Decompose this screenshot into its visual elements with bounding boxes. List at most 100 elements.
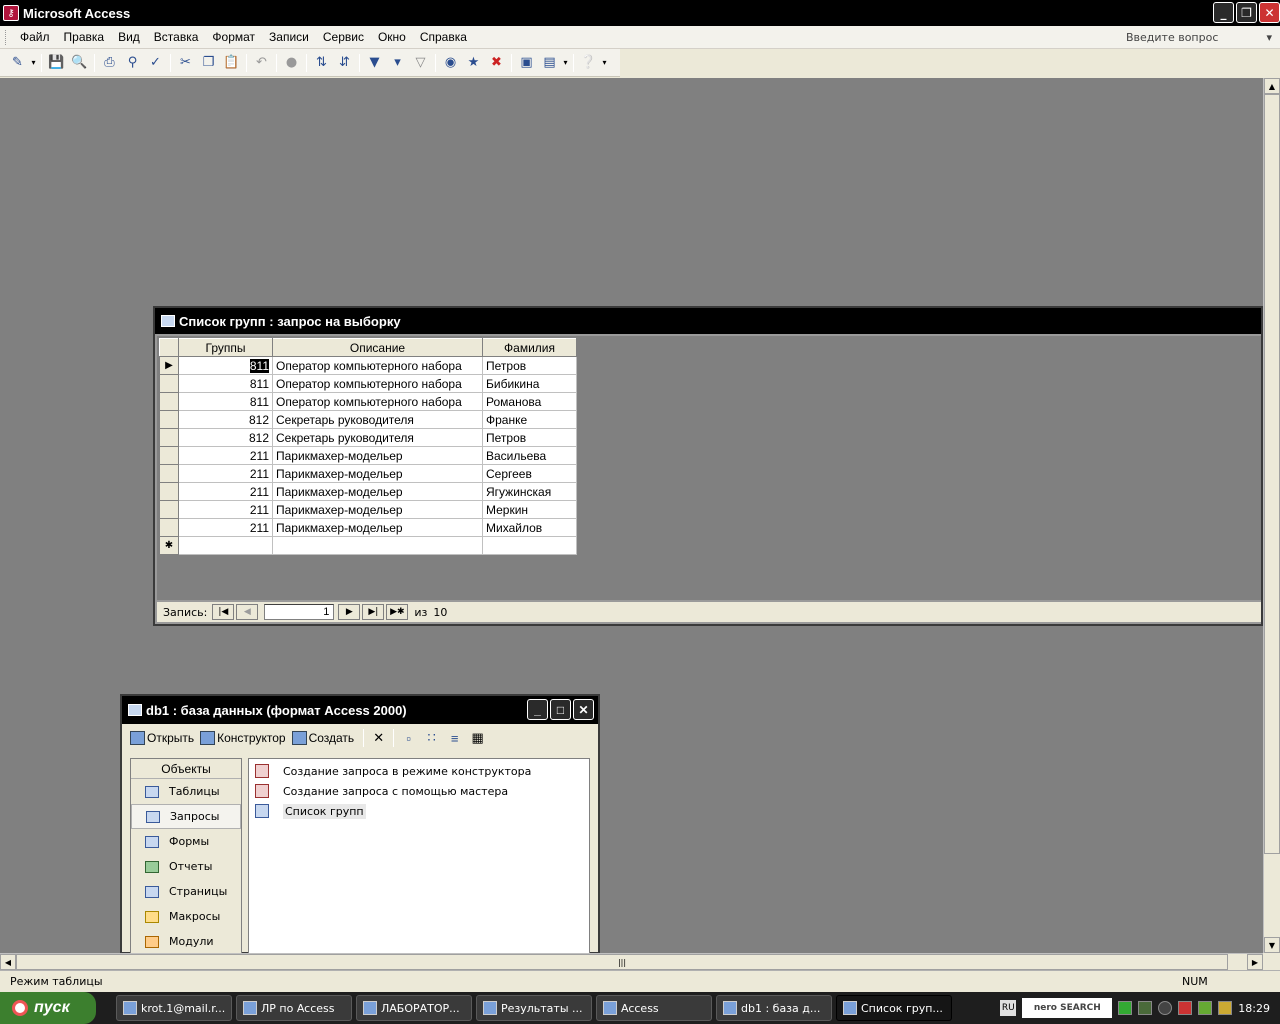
record-selector[interactable] bbox=[159, 428, 179, 447]
first-record-button[interactable]: |◀ bbox=[212, 604, 235, 620]
record-selector[interactable] bbox=[159, 410, 179, 429]
new-object-dropdown-icon[interactable]: ▾ bbox=[561, 52, 570, 74]
table-cell[interactable]: Меркин bbox=[482, 500, 577, 519]
table-cell[interactable]: 211 bbox=[178, 482, 273, 501]
taskbar-item[interactable]: Результаты ... bbox=[476, 995, 592, 1021]
ask-question-box[interactable]: Введите вопрос ▾ bbox=[1124, 29, 1274, 45]
objects-header[interactable]: Объекты bbox=[131, 759, 241, 779]
view-icon[interactable]: ✎ bbox=[6, 52, 29, 74]
column-header[interactable]: Описание bbox=[272, 338, 483, 357]
cut-icon[interactable]: ✂ bbox=[174, 52, 197, 74]
access-key-icon[interactable]: ⚷ bbox=[3, 5, 19, 21]
new-object-icon[interactable]: ▤ bbox=[538, 52, 561, 74]
table-cell[interactable]: Оператор компьютерного набора bbox=[272, 374, 483, 393]
query-window-title-bar[interactable]: Список групп : запрос на выборку bbox=[155, 308, 1261, 334]
sort-ascending-icon[interactable]: ⇅ bbox=[310, 52, 333, 74]
menu-insert[interactable]: Вставка bbox=[147, 30, 206, 44]
table-cell[interactable]: Васильева bbox=[482, 446, 577, 465]
app-title-bar[interactable]: ⚷ Microsoft Access _ ❐ ✕ bbox=[0, 0, 1280, 26]
column-header[interactable]: Группы bbox=[178, 338, 273, 357]
last-record-button[interactable]: ▶| bbox=[362, 604, 385, 620]
tray-expand-icon[interactable] bbox=[1158, 1001, 1173, 1015]
table-cell[interactable]: 211 bbox=[178, 518, 273, 537]
table-cell[interactable]: Бибикина bbox=[482, 374, 577, 393]
small-icons-icon[interactable]: ∷ bbox=[420, 727, 443, 749]
table-cell[interactable]: Ягужинская bbox=[482, 482, 577, 501]
scroll-up-icon[interactable]: ▲ bbox=[1264, 78, 1280, 94]
help-icon[interactable]: ❔ bbox=[577, 52, 600, 74]
database-window-icon[interactable]: ▣ bbox=[515, 52, 538, 74]
ask-dropdown-icon[interactable]: ▾ bbox=[1266, 31, 1272, 44]
table-cell[interactable]: 211 bbox=[178, 464, 273, 483]
find-icon[interactable]: ◉ bbox=[439, 52, 462, 74]
print-icon[interactable]: ⎙ bbox=[98, 52, 121, 74]
design-button[interactable]: Конструктор bbox=[200, 731, 286, 745]
taskbar-item[interactable]: ЛАБОРАТОР... bbox=[356, 995, 472, 1021]
scroll-thumb[interactable] bbox=[1264, 94, 1280, 854]
object-reports[interactable]: Отчеты bbox=[131, 854, 241, 879]
start-button[interactable]: пуск bbox=[0, 992, 96, 1024]
close-button[interactable]: ✕ bbox=[1259, 2, 1280, 23]
taskbar-item[interactable]: ЛР по Access bbox=[236, 995, 352, 1021]
record-selector[interactable] bbox=[159, 446, 179, 465]
object-macros[interactable]: Макросы bbox=[131, 904, 241, 929]
table-cell[interactable]: Романова bbox=[482, 392, 577, 411]
list-item[interactable]: Создание запроса в режиме конструктора bbox=[249, 761, 589, 781]
apply-filter-icon[interactable]: ▽ bbox=[409, 52, 432, 74]
create-button[interactable]: Создать bbox=[291, 731, 354, 745]
table-cell[interactable]: Сергеев bbox=[482, 464, 577, 483]
restore-button[interactable]: ❐ bbox=[1236, 2, 1257, 23]
minimize-button[interactable]: _ bbox=[1213, 2, 1234, 23]
print-preview-icon[interactable]: ⚲ bbox=[121, 52, 144, 74]
view-dropdown-icon[interactable]: ▾ bbox=[29, 52, 38, 74]
table-cell[interactable]: 812 bbox=[178, 410, 273, 429]
undo-icon[interactable]: ↶ bbox=[250, 52, 273, 74]
table-cell[interactable]: Секретарь руководителя bbox=[272, 410, 483, 429]
hyperlink-icon[interactable]: ● bbox=[280, 52, 303, 74]
table-cell[interactable]: Оператор компьютерного набора bbox=[272, 356, 483, 375]
table-cell[interactable]: 211 bbox=[178, 446, 273, 465]
object-pages[interactable]: Страницы bbox=[131, 879, 241, 904]
save-icon[interactable]: 💾 bbox=[45, 52, 68, 74]
delete-icon[interactable]: ✕ bbox=[367, 727, 390, 749]
copy-icon[interactable]: ❐ bbox=[197, 52, 220, 74]
record-selector[interactable] bbox=[159, 464, 179, 483]
details-view-icon[interactable]: ▦ bbox=[466, 727, 489, 749]
horizontal-scrollbar[interactable]: ◀ ||| ▶ bbox=[0, 953, 1263, 970]
table-cell[interactable]: Петров bbox=[482, 356, 577, 375]
record-selector[interactable] bbox=[159, 482, 179, 501]
nvidia-icon[interactable] bbox=[1198, 1001, 1213, 1015]
next-record-button[interactable]: ▶ bbox=[338, 604, 361, 620]
taskbar-item[interactable]: Access bbox=[596, 995, 712, 1021]
table-cell[interactable] bbox=[482, 536, 577, 555]
hscroll-thumb[interactable]: ||| bbox=[16, 954, 1228, 970]
list-view-icon[interactable]: ≡ bbox=[443, 727, 466, 749]
large-icons-icon[interactable]: ▫ bbox=[397, 727, 420, 749]
table-cell[interactable]: Парикмахер-модельер bbox=[272, 464, 483, 483]
record-selector[interactable] bbox=[159, 374, 179, 393]
delete-record-icon[interactable]: ✖ bbox=[485, 52, 508, 74]
table-cell[interactable]: Михайлов bbox=[482, 518, 577, 537]
search-file-icon[interactable]: 🔍 bbox=[68, 52, 91, 74]
nero-search-box[interactable]: nero SEARCH bbox=[1022, 998, 1113, 1018]
filter-by-selection-icon[interactable]: ▼ bbox=[363, 52, 386, 74]
table-cell[interactable]: Парикмахер-модельер bbox=[272, 500, 483, 519]
taskbar-item[interactable]: Список груп... bbox=[836, 995, 952, 1021]
table-cell[interactable]: Франке bbox=[482, 410, 577, 429]
table-cell[interactable]: Секретарь руководителя bbox=[272, 428, 483, 447]
record-selector[interactable] bbox=[159, 392, 179, 411]
vertical-scrollbar[interactable]: ▲ ▼ bbox=[1263, 78, 1280, 953]
antivirus-icon[interactable] bbox=[1178, 1001, 1193, 1015]
open-button[interactable]: Открыть bbox=[130, 731, 194, 745]
previous-record-button[interactable]: ◀ bbox=[236, 604, 259, 620]
menu-records[interactable]: Записи bbox=[262, 30, 316, 44]
record-number-input[interactable] bbox=[264, 604, 335, 620]
scroll-down-icon[interactable]: ▼ bbox=[1264, 937, 1280, 953]
scroll-left-icon[interactable]: ◀ bbox=[0, 954, 16, 970]
table-cell[interactable]: Парикмахер-модельер bbox=[272, 446, 483, 465]
menu-tools[interactable]: Сервис bbox=[316, 30, 371, 44]
table-cell[interactable] bbox=[178, 536, 273, 555]
db-maximize-button[interactable]: □ bbox=[550, 699, 571, 720]
arrow-icon[interactable] bbox=[1118, 1001, 1133, 1015]
menu-window[interactable]: Окно bbox=[371, 30, 413, 44]
